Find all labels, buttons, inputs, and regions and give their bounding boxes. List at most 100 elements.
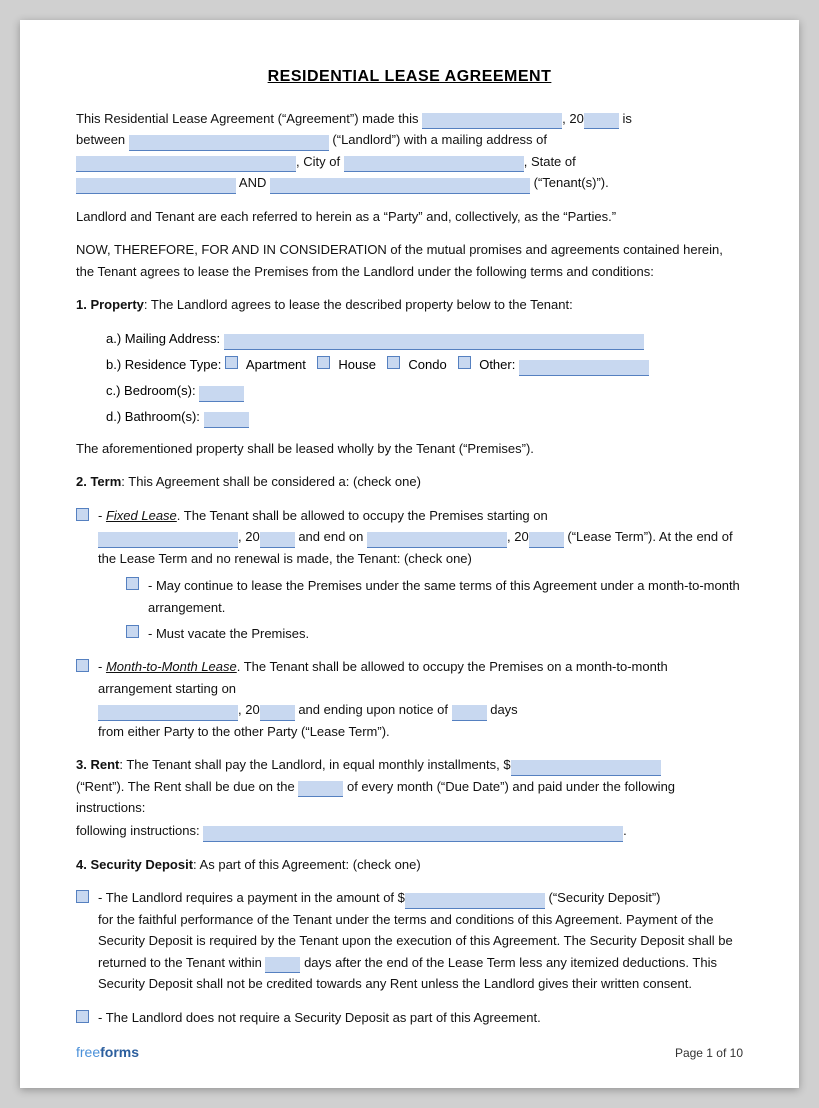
section1-text: : The Landlord agrees to lease the descr… xyxy=(144,297,573,312)
section4-block: 4. Security Deposit: As part of this Agr… xyxy=(76,854,743,875)
intro-between: between xyxy=(76,132,125,147)
condo-label: Condo xyxy=(408,357,446,372)
year-field[interactable] xyxy=(584,113,619,129)
intro-line1-text: This Residential Lease Agreement (“Agree… xyxy=(76,111,419,126)
prop-d-label: d.) Bathroom(s): xyxy=(106,409,200,424)
brand-forms: forms xyxy=(100,1044,139,1060)
premises-text: The aforementioned property shall be lea… xyxy=(76,441,534,456)
security-text1: - The Landlord requires a payment in the… xyxy=(98,890,405,905)
no-security-deposit-block: - The Landlord does not require a Securi… xyxy=(76,1007,743,1028)
section3-block: 3. Rent: The Tenant shall pay the Landlo… xyxy=(76,754,743,842)
rent-label: (“Rent”). The Rent shall be due on the xyxy=(76,779,295,794)
apartment-checkbox[interactable] xyxy=(225,356,238,369)
document-page: RESIDENTIAL LEASE AGREEMENT This Residen… xyxy=(20,20,799,1088)
prop-d-row: d.) Bathroom(s): xyxy=(106,406,743,428)
rent-instructions-field[interactable] xyxy=(203,826,623,842)
now-therefore-paragraph: NOW, THEREFORE, FOR AND IN CONSIDERATION… xyxy=(76,239,743,282)
prop-a-label: a.) Mailing Address: xyxy=(106,331,220,346)
brand-logo: freeforms xyxy=(76,1044,139,1060)
and-text: AND xyxy=(239,175,266,190)
section3-text1: : The Tenant shall pay the Landlord, in … xyxy=(119,757,510,772)
tenants-label: (“Tenant(s)”). xyxy=(534,175,609,190)
fixed-year2-field[interactable] xyxy=(529,532,564,548)
prop-b-row: b.) Residence Type: Apartment House Cond… xyxy=(106,354,743,376)
section1-title: 1. Property xyxy=(76,297,144,312)
brand-free: free xyxy=(76,1044,100,1060)
fixed-lease-block: - Fixed Lease. The Tenant shall be allow… xyxy=(76,505,743,645)
prop-b-label: b.) Residence Type: xyxy=(106,357,221,372)
fixed-sub1-text: - May continue to lease the Premises und… xyxy=(148,575,743,618)
city-label: City of xyxy=(303,154,340,169)
month-lease-block: - Month-to-Month Lease. The Tenant shall… xyxy=(76,656,743,742)
other-label: Other: xyxy=(479,357,515,372)
year-prefix: 20 xyxy=(569,111,583,126)
month-dash: - xyxy=(98,659,106,674)
house-checkbox[interactable] xyxy=(317,356,330,369)
state-field[interactable] xyxy=(76,178,236,194)
other-field[interactable] xyxy=(519,360,649,376)
fixed-end-date-field[interactable] xyxy=(367,532,507,548)
fixed-year2-prefix: 20 xyxy=(514,529,528,544)
prop-c-row: c.) Bedroom(s): xyxy=(106,380,743,402)
page-number: Page 1 of 10 xyxy=(675,1046,743,1060)
fixed-lease-text1: . The Tenant shall be allowed to occupy … xyxy=(177,508,548,523)
parties-text: Landlord and Tenant are each referred to… xyxy=(76,209,616,224)
mailing-address-prop-field[interactable] xyxy=(224,334,644,350)
parties-paragraph: Landlord and Tenant are each referred to… xyxy=(76,206,743,227)
condo-checkbox[interactable] xyxy=(387,356,400,369)
landlord-name-field[interactable] xyxy=(129,135,329,151)
intro-is: is xyxy=(622,111,631,126)
section4-title: 4. Security Deposit xyxy=(76,857,193,872)
section4-text: : As part of this Agreement: (check one) xyxy=(193,857,421,872)
vacate-checkbox[interactable] xyxy=(126,625,139,638)
month-lease-title: Month-to-Month Lease xyxy=(106,659,237,674)
rent-due-date-field[interactable] xyxy=(298,781,343,797)
security-days-label: days xyxy=(304,955,331,970)
bedrooms-field[interactable] xyxy=(199,386,244,402)
fixed-start-date-field[interactable] xyxy=(98,532,238,548)
state-label: State of xyxy=(531,154,576,169)
section2-header: 2. Term: This Agreement shall be conside… xyxy=(76,471,743,492)
month-text3: from either Party to the other Party (“L… xyxy=(98,724,390,739)
mailing-address-field[interactable] xyxy=(76,156,296,172)
continue-lease-checkbox[interactable] xyxy=(126,577,139,590)
apartment-label: Apartment xyxy=(246,357,306,372)
security-days-field[interactable] xyxy=(265,957,300,973)
month-lease-checkbox[interactable] xyxy=(76,659,89,672)
section2-title: 2. Term xyxy=(76,474,121,489)
month-text2: and ending upon notice of xyxy=(298,702,448,717)
prop-a-row: a.) Mailing Address: xyxy=(106,328,743,350)
intro-paragraph: This Residential Lease Agreement (“Agree… xyxy=(76,108,743,194)
security-deposit-checkbox[interactable] xyxy=(76,890,89,903)
security-deposit-label: (“Security Deposit”) xyxy=(549,890,661,905)
section1-header: 1. Property: The Landlord agrees to leas… xyxy=(76,294,743,315)
month-days-label: days xyxy=(490,702,517,717)
fixed-year1-prefix: 20 xyxy=(245,529,259,544)
dash-text: - xyxy=(98,508,106,523)
page-footer: freeforms Page 1 of 10 xyxy=(76,1044,743,1060)
house-label: House xyxy=(338,357,376,372)
tenant-name-field[interactable] xyxy=(270,178,530,194)
fixed-sub2-text: - Must vacate the Premises. xyxy=(148,623,309,644)
prop-c-label: c.) Bedroom(s): xyxy=(106,383,196,398)
fixed-lease-checkbox[interactable] xyxy=(76,508,89,521)
month-start-date-field[interactable] xyxy=(98,705,238,721)
month-days-field[interactable] xyxy=(452,705,487,721)
month-year-prefix: 20 xyxy=(245,702,259,717)
no-security-deposit-checkbox[interactable] xyxy=(76,1010,89,1023)
month-year-field[interactable] xyxy=(260,705,295,721)
now-therefore-text: NOW, THEREFORE, FOR AND IN CONSIDERATION… xyxy=(76,242,723,278)
and-end-text: and end on xyxy=(298,529,363,544)
document-title: RESIDENTIAL LEASE AGREEMENT xyxy=(76,68,743,86)
rent-amount-field[interactable] xyxy=(511,760,661,776)
fixed-sub-options: - May continue to lease the Premises und… xyxy=(126,575,743,644)
fixed-year1-field[interactable] xyxy=(260,532,295,548)
date-field[interactable] xyxy=(422,113,562,129)
fixed-lease-title: Fixed Lease xyxy=(106,508,177,523)
other-checkbox[interactable] xyxy=(458,356,471,369)
landlord-label: (“Landlord”) with a mailing address of xyxy=(332,132,547,147)
security-amount-field[interactable] xyxy=(405,893,545,909)
bathrooms-field[interactable] xyxy=(204,412,249,428)
city-field[interactable] xyxy=(344,156,524,172)
no-security-deposit-text: - The Landlord does not require a Securi… xyxy=(98,1007,541,1028)
